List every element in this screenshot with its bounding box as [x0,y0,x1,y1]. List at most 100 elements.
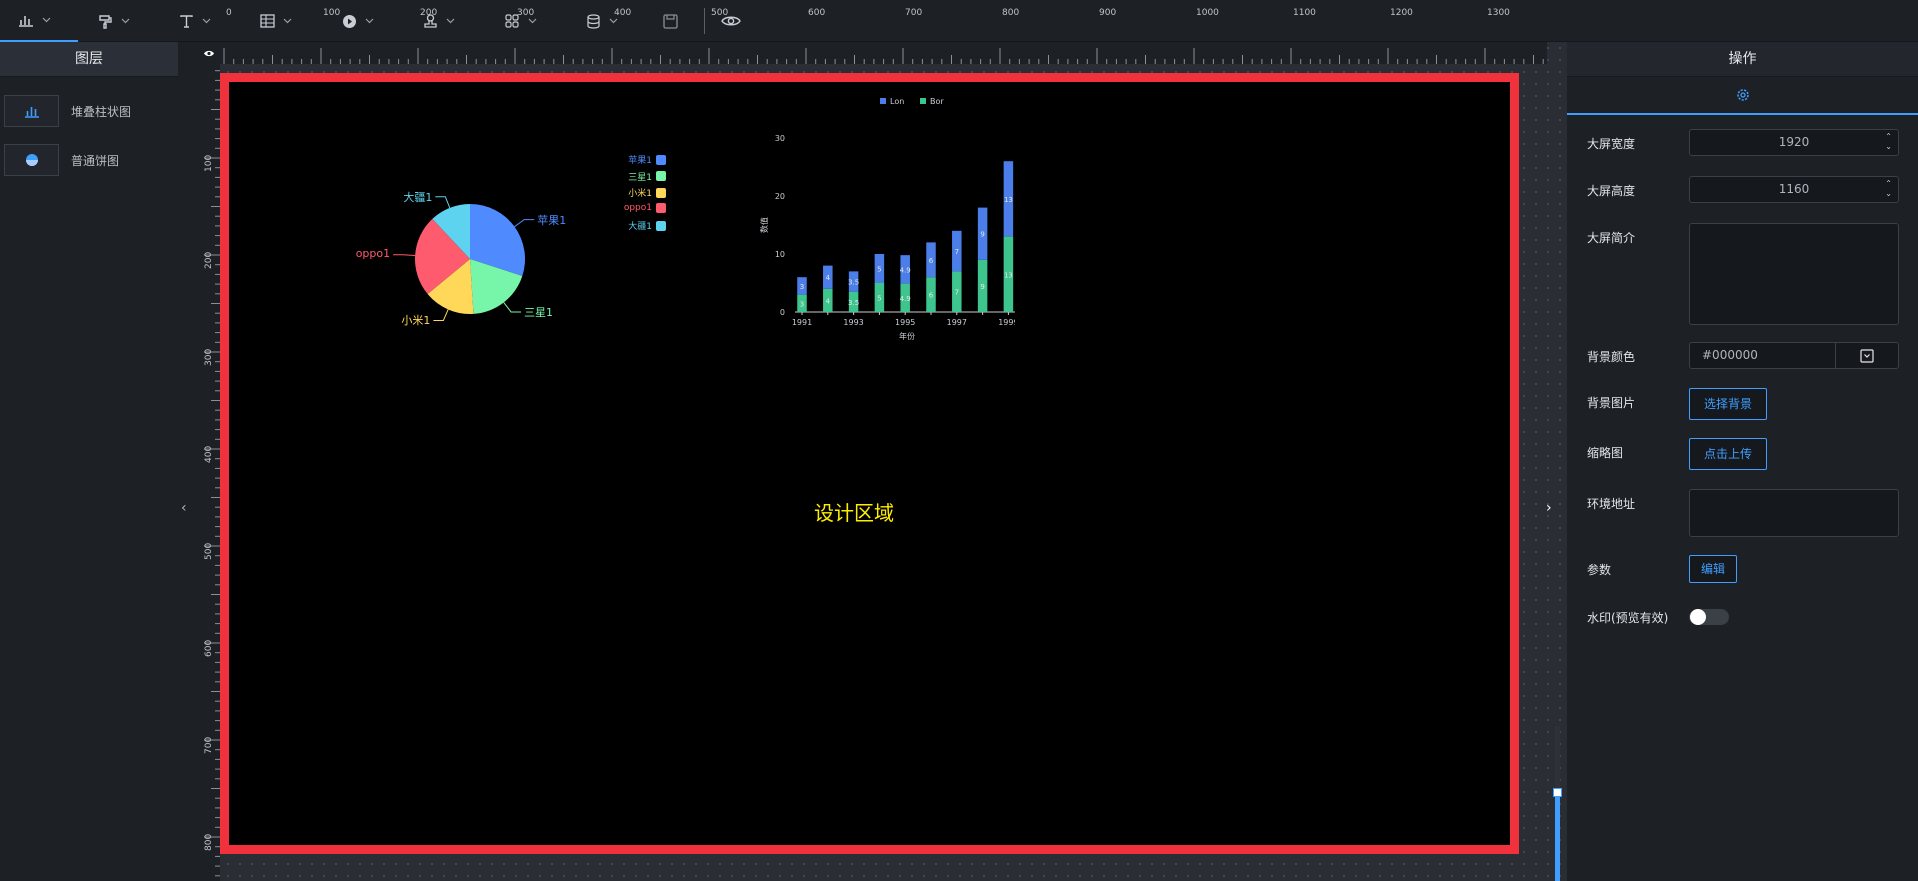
legend-swatch [656,202,666,213]
chevron-down-icon [202,18,211,24]
choose-background-button[interactable]: 选择背景 [1689,388,1768,420]
preview-button[interactable] [721,0,741,42]
settings-tab[interactable] [1567,77,1918,115]
legend-item[interactable]: 三星1 [628,170,666,183]
paint-icon [99,14,112,29]
screen-height-label: 大屏高度 [1587,184,1636,198]
chevron-down-icon [42,17,51,23]
ruler-label: 400 [614,8,632,18]
ruler-label: 1200 [1390,8,1413,18]
save-button[interactable] [663,0,678,42]
chevron-down-icon [365,18,374,24]
ruler-label: 200 [204,251,214,269]
ruler-toggle[interactable] [198,42,220,64]
stepper-arrows-icon[interactable]: ⌃ ⌄ [1885,132,1892,152]
table-icon [260,14,275,28]
collapse-left-icon[interactable]: ‹ [181,500,187,516]
paint-tool[interactable] [98,0,130,42]
x-tick-label: 1995 [895,318,915,327]
ruler-label: 1300 [1487,8,1510,18]
design-area-label: 设计区域 [814,501,894,525]
chevron-down-icon [528,18,537,24]
watermark-toggle[interactable] [1689,609,1729,625]
legend-swatch [920,98,926,104]
text-icon [180,14,193,28]
component-tool[interactable] [505,0,537,42]
pie-slice-label: 小米1 [401,314,431,328]
ruler-label: 800 [1002,8,1020,18]
chevron-down-icon [609,18,618,24]
stamp-tool[interactable] [423,0,455,42]
eye-icon [204,50,214,56]
ruler-label: 400 [204,445,214,463]
save-icon [663,13,678,29]
env-address-textarea[interactable] [1689,489,1899,537]
legend-swatch [880,98,886,104]
pie-slice-label: oppo1 [355,246,391,260]
layer-item-pie[interactable]: 普通饼图 [4,144,174,176]
bg-color-label: 背景颜色 [1587,350,1636,364]
edit-params-button[interactable]: 编辑 [1689,555,1738,583]
ruler-label: 600 [204,639,214,657]
screen-desc-label: 大屏简介 [1587,231,1636,245]
bar-data-label: 7 [955,248,959,256]
color-picker-button[interactable] [1835,343,1898,368]
bg-image-label: 背景图片 [1587,396,1636,410]
legend-swatch [656,154,666,165]
gear-icon [1736,89,1749,101]
layer-icon-box [4,95,59,127]
table-tool[interactable] [260,0,292,42]
pie-label-line [433,309,449,321]
operations-title: 操作 [1567,42,1918,77]
stepper-arrows-icon[interactable]: ⌃ ⌄ [1885,179,1892,199]
legend-item[interactable]: 大疆1 [628,219,666,232]
x-tick-label: 1991 [792,318,812,327]
legend-swatch [656,187,666,198]
stacked-bar-chart[interactable]: Lon Bor 0 10 20 30 数值 3 3 4 4 3.5 3.5 5 5 4.9 4.9 6 6 7 7 9 9 1… [755,90,1015,350]
thumbnail-label: 缩略图 [1587,446,1624,460]
legend-item[interactable]: oppo1 [624,202,666,213]
pie-slice-label: 三星1 [524,305,554,319]
y-tick-label: 20 [775,192,785,201]
bar-data-label: 4.9 [900,295,911,303]
legend-item[interactable]: 小米1 [628,186,666,199]
params-label: 参数 [1587,563,1612,577]
layers-title: 图层 [0,42,178,77]
collapse-right-icon[interactable]: › [1546,500,1552,516]
zoom-slider-handle[interactable] [1553,788,1562,797]
pie-chart-icon [25,154,38,166]
zoom-slider-fill [1555,793,1560,881]
upload-thumbnail-button[interactable]: 点击上传 [1689,438,1768,470]
operations-panel: 操作 大屏宽度 1920 ⌃ ⌄ 大屏高度 1160 ⌃ ⌄ 大屏简介 背景颜色 #… [1567,42,1918,881]
ruler-label: 500 [204,542,214,560]
horizontal-ruler [220,42,1547,64]
chevron-down-icon [121,18,130,24]
database-icon [587,13,600,29]
layer-label: 堆叠柱状图 [71,104,132,119]
screen-height-input[interactable]: 1160 ⌃ ⌄ [1689,176,1899,203]
legend-label: 苹果1 [628,156,652,166]
legend-swatch [656,171,666,181]
screen-width-input[interactable]: 1920 ⌃ ⌄ [1689,129,1899,156]
text-tool[interactable] [179,0,211,42]
layer-item-stacked-bar[interactable]: 堆叠柱状图 [4,95,174,127]
bar-data-label: 6 [929,292,934,300]
media-tool[interactable] [342,0,374,42]
ruler-ticks [204,70,220,877]
bar-data-label: 13 [1004,196,1013,204]
legend-label: Lon [890,97,904,106]
bar-data-label: 3.5 [848,279,859,287]
legend-item[interactable]: 苹果1 [628,153,666,166]
ruler-label: 1100 [1293,8,1316,18]
chart-tool[interactable] [0,0,78,42]
screen-desc-textarea[interactable] [1689,223,1899,325]
datasource-tool[interactable] [586,0,618,42]
pie-slice-label: 苹果1 [537,213,567,227]
bar-data-label: 5 [877,295,881,303]
bg-color-input[interactable]: #000000 [1689,342,1899,369]
vertical-ruler [198,64,220,881]
y-axis-label: 数值 [759,217,769,233]
top-toolbar [0,0,1918,42]
pie-label-line [514,219,535,228]
bar-data-label: 4.9 [900,266,911,274]
